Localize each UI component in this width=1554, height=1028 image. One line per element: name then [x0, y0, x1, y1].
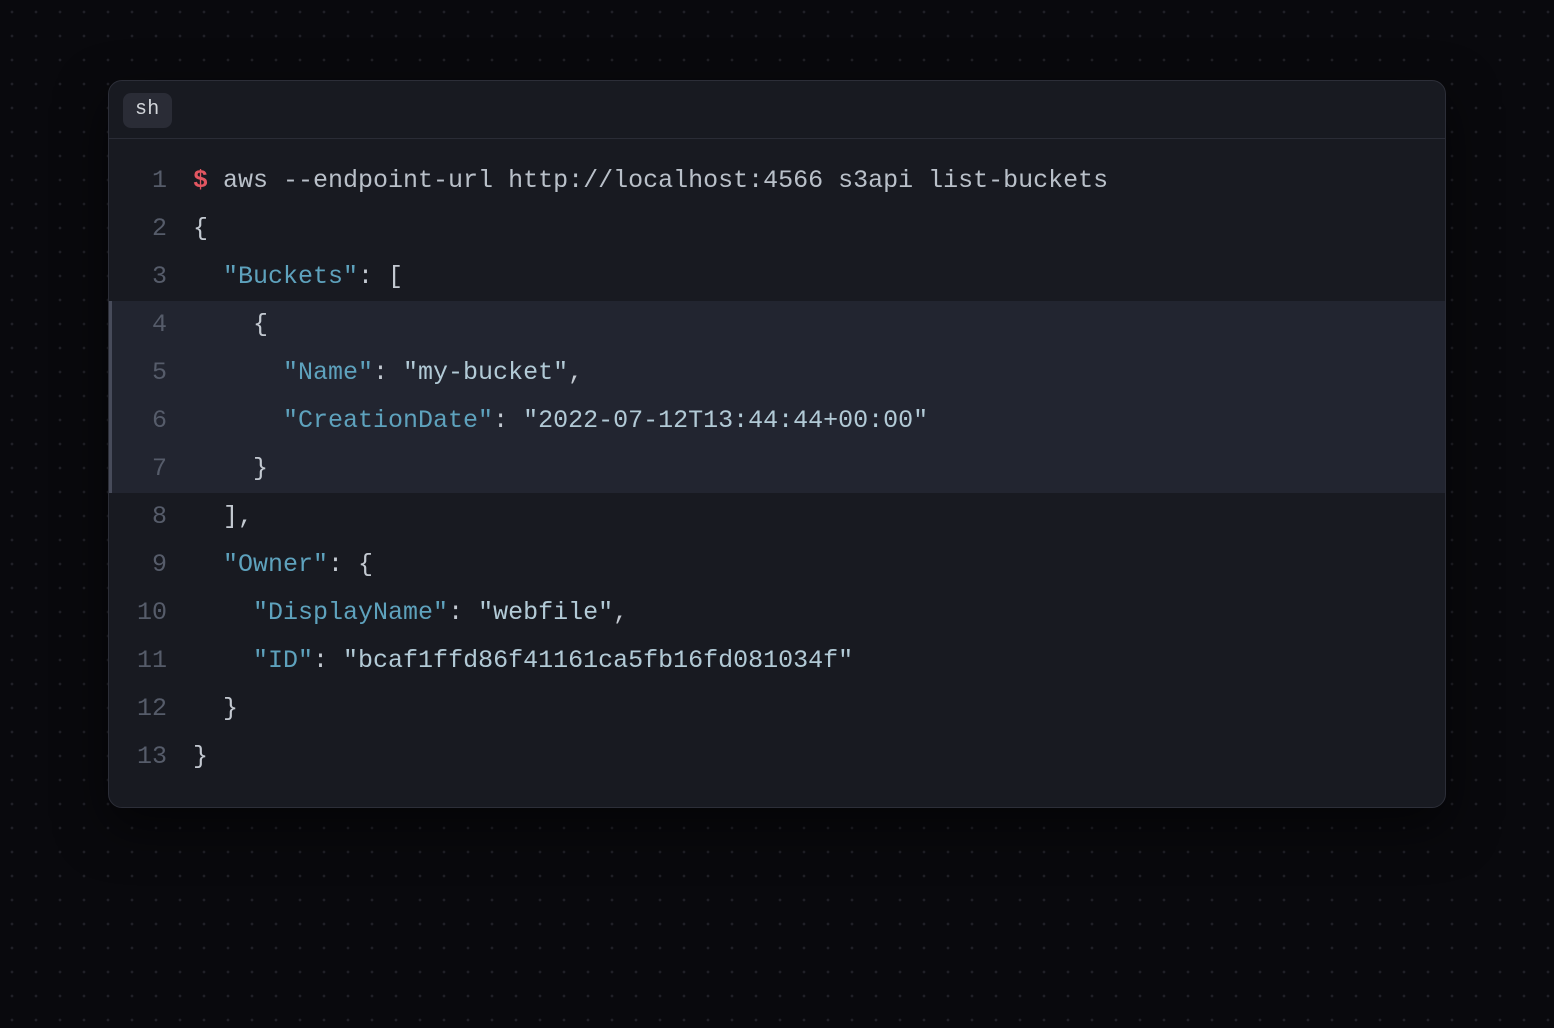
line-number: 1 [109, 157, 193, 205]
line-content: ], [193, 493, 1445, 541]
code-token: "my-bucket" [403, 358, 568, 387]
line-content: "CreationDate": "2022-07-12T13:44:44+00:… [193, 397, 1445, 445]
code-token: : [493, 406, 523, 435]
code-token: "Buckets" [223, 262, 358, 291]
line-number: 9 [109, 541, 193, 589]
code-token: "ID" [253, 646, 313, 675]
code-line: 11 "ID": "bcaf1ffd86f41161ca5fb16fd08103… [109, 637, 1445, 685]
code-line: 3 "Buckets": [ [109, 253, 1445, 301]
line-number: 2 [109, 205, 193, 253]
code-line: 6 "CreationDate": "2022-07-12T13:44:44+0… [109, 397, 1445, 445]
code-token [193, 262, 223, 291]
code-block[interactable]: 1$ aws --endpoint-url http://localhost:4… [109, 139, 1445, 807]
line-content: } [193, 733, 1445, 781]
line-number: 11 [109, 637, 193, 685]
code-token: $ [193, 166, 208, 195]
code-token: "CreationDate" [283, 406, 493, 435]
line-number: 6 [109, 397, 193, 445]
line-content: "ID": "bcaf1ffd86f41161ca5fb16fd081034f" [193, 637, 1445, 685]
code-token [193, 598, 253, 627]
line-number: 7 [109, 445, 193, 493]
line-content: { [193, 301, 1445, 349]
code-token: { [193, 310, 268, 339]
code-line: 13} [109, 733, 1445, 781]
line-content: $ aws --endpoint-url http://localhost:45… [193, 157, 1445, 205]
code-token: { [193, 214, 208, 243]
line-content: { [193, 205, 1445, 253]
code-token: : { [328, 550, 373, 579]
code-token: : [ [358, 262, 403, 291]
code-token: "Owner" [223, 550, 328, 579]
line-number: 12 [109, 685, 193, 733]
code-token: } [193, 454, 268, 483]
code-token: "2022-07-12T13:44:44+00:00" [523, 406, 928, 435]
line-content: "Name": "my-bucket", [193, 349, 1445, 397]
line-content: "Owner": { [193, 541, 1445, 589]
code-token: , [568, 358, 583, 387]
line-content: } [193, 445, 1445, 493]
code-token [193, 550, 223, 579]
line-content: "Buckets": [ [193, 253, 1445, 301]
code-panel: sh 1$ aws --endpoint-url http://localhos… [108, 80, 1446, 808]
line-number: 8 [109, 493, 193, 541]
code-token: : [313, 646, 343, 675]
code-line: 8 ], [109, 493, 1445, 541]
code-token: "Name" [283, 358, 373, 387]
line-number: 3 [109, 253, 193, 301]
line-content: } [193, 685, 1445, 733]
code-line: 1$ aws --endpoint-url http://localhost:4… [109, 157, 1445, 205]
line-number: 13 [109, 733, 193, 781]
code-token: } [193, 694, 238, 723]
line-content: "DisplayName": "webfile", [193, 589, 1445, 637]
tab-bar: sh [109, 81, 1445, 139]
line-number: 4 [109, 301, 193, 349]
code-token [193, 406, 283, 435]
code-line: 5 "Name": "my-bucket", [109, 349, 1445, 397]
language-tab[interactable]: sh [123, 93, 172, 128]
code-token: "bcaf1ffd86f41161ca5fb16fd081034f" [343, 646, 853, 675]
code-token: : [448, 598, 478, 627]
code-line: 12 } [109, 685, 1445, 733]
line-number: 10 [109, 589, 193, 637]
code-token: : [373, 358, 403, 387]
code-line: 7 } [109, 445, 1445, 493]
code-token: "webfile" [478, 598, 613, 627]
code-line: 4 { [109, 301, 1445, 349]
line-number: 5 [109, 349, 193, 397]
code-line: 2{ [109, 205, 1445, 253]
code-token: ], [193, 502, 253, 531]
code-token: aws --endpoint-url http://localhost:4566… [208, 166, 1108, 195]
code-token: } [193, 742, 208, 771]
code-token [193, 358, 283, 387]
code-line: 9 "Owner": { [109, 541, 1445, 589]
code-token: "DisplayName" [253, 598, 448, 627]
code-token: , [613, 598, 628, 627]
code-line: 10 "DisplayName": "webfile", [109, 589, 1445, 637]
code-token [193, 646, 253, 675]
language-tab-label: sh [135, 100, 160, 120]
